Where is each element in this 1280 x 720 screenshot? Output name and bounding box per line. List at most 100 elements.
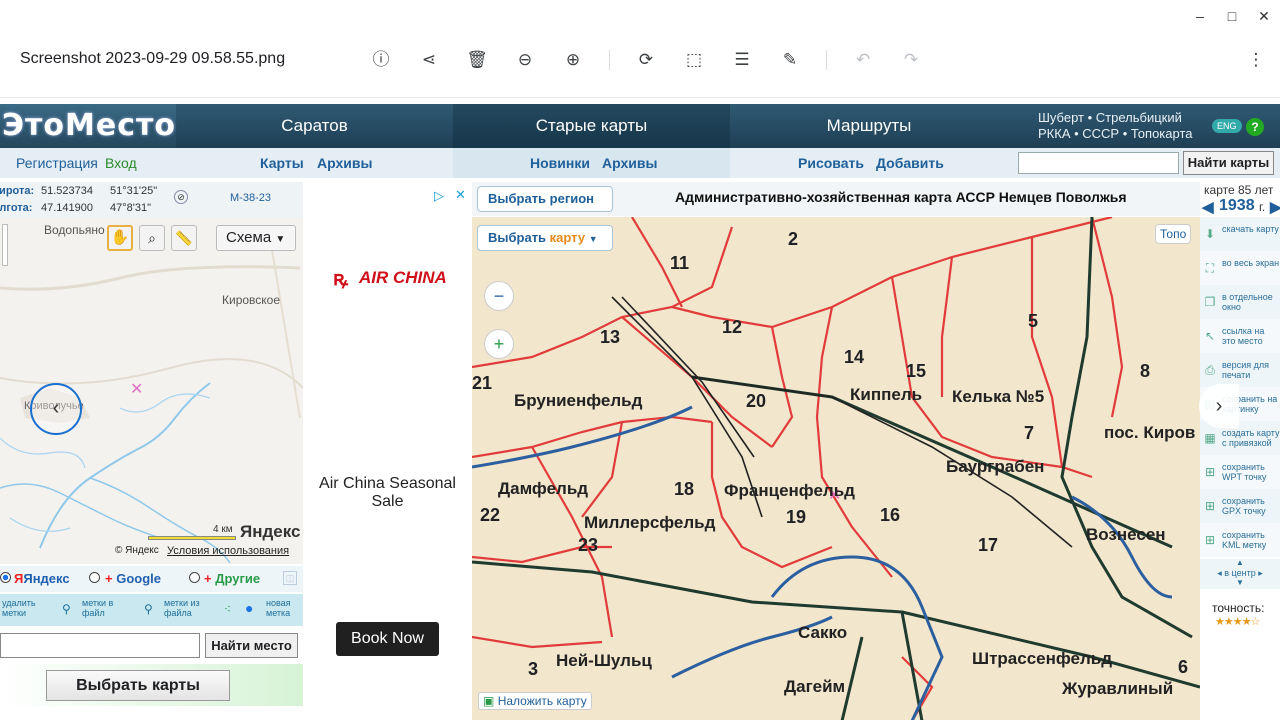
markers-from-file-button[interactable]: метки из файла	[164, 598, 206, 618]
maps-link[interactable]: Карты	[260, 148, 304, 178]
more-icon[interactable]: ⋮	[1244, 48, 1268, 72]
save-wpt-tool[interactable]: ⊞ сохранить WPT точку	[1200, 455, 1280, 489]
map-district-number: 5	[1028, 311, 1039, 331]
draw-icon[interactable]: ✎	[778, 48, 802, 72]
overlay-icon: ▣	[483, 694, 495, 708]
print-tool[interactable]: ⎙ версия для печати	[1200, 353, 1280, 387]
map-search-input[interactable]	[1018, 152, 1179, 174]
choose-maps-button[interactable]: Выбрать карты	[46, 670, 230, 701]
place-search-input[interactable]	[0, 633, 200, 658]
compass-icon[interactable]: ⊘	[174, 190, 188, 204]
year-prev-icon[interactable]: ◀	[1202, 198, 1214, 216]
redo-icon[interactable]: ↷	[899, 48, 923, 72]
lat-label: Широта:	[0, 185, 35, 197]
adchoices-icon[interactable]: ▷	[434, 188, 444, 204]
add-route-link[interactable]: Добавить	[876, 148, 944, 178]
nav-saratov[interactable]: Саратов	[176, 104, 453, 148]
select-map-button[interactable]: Выбрать карту ▼	[477, 225, 613, 251]
help-icon[interactable]: ?	[1246, 118, 1264, 136]
arrow-left-icon[interactable]: ◂	[1217, 568, 1222, 578]
map-district-number: 12	[722, 317, 743, 337]
map-district-number: 14	[844, 347, 865, 367]
radio-yandex[interactable]	[0, 572, 11, 583]
ad-close-icon[interactable]: ✕	[455, 187, 466, 203]
save-gpx-tool[interactable]: ⊞ сохранить GPX точку	[1200, 489, 1280, 523]
rotate-icon[interactable]: ⟳	[634, 48, 658, 72]
ad-book-now-button[interactable]: Book Now	[336, 622, 439, 656]
share-icon[interactable]: ⋖	[417, 48, 441, 72]
site-header: ЭтоМесто Саратов Старые карты Маршруты Ш…	[0, 104, 1280, 148]
crop-icon[interactable]: ⬚	[682, 48, 706, 72]
arrow-right-icon[interactable]: ▸	[1258, 568, 1263, 578]
adjust-icon[interactable]: ☰	[730, 48, 754, 72]
find-maps-button[interactable]: Найти карты	[1183, 151, 1274, 175]
zoom-out-icon[interactable]: ⊖	[513, 48, 537, 72]
minimize-button[interactable]: –	[1190, 6, 1210, 26]
zoom-in-map-button[interactable]: +	[484, 329, 514, 359]
old-archives-link[interactable]: Архивы	[602, 148, 657, 178]
download-map-tool[interactable]: ⬇ скачать карту	[1200, 217, 1280, 251]
header-links-line1[interactable]: Шуберт • Стрельбицкий	[1038, 110, 1192, 126]
map-place-label: Штрассенфельд	[972, 649, 1113, 668]
zoom-in-icon[interactable]: ⊕	[561, 48, 585, 72]
close-window-button[interactable]: ✕	[1254, 6, 1274, 26]
layers-icon[interactable]: ◫	[283, 571, 297, 585]
map-place-label: Бруниенфельд	[514, 391, 643, 410]
undo-icon[interactable]: ↶	[851, 48, 875, 72]
historical-map-graphics	[472, 217, 1200, 720]
save-kml-tool[interactable]: ⊞ сохранить KML метку	[1200, 523, 1280, 557]
arrow-down-icon[interactable]: ▼	[1200, 579, 1280, 587]
markers-to-file-button[interactable]: метки в файл	[82, 598, 122, 618]
topo-toggle[interactable]: Топо	[1155, 224, 1192, 244]
register-link[interactable]: Регистрация	[16, 148, 98, 178]
map-place-label: Дамфельд	[498, 479, 589, 498]
nav-routes[interactable]: Маршруты	[730, 104, 1008, 148]
nav-old-maps[interactable]: Старые карты	[453, 104, 730, 148]
delete-markers-button[interactable]: удалить метки	[2, 598, 44, 618]
site-logo[interactable]: ЭтоМесто	[0, 104, 176, 148]
map-sheet-code[interactable]: M-38-23	[230, 192, 271, 204]
zoom-slider[interactable]	[2, 224, 8, 266]
new-window-tool[interactable]: ❐ в отдельное окно	[1200, 285, 1280, 319]
draw-route-link[interactable]: Рисовать	[798, 148, 864, 178]
radio-other[interactable]	[189, 572, 200, 583]
arrow-up-icon[interactable]: ▲	[1200, 559, 1280, 567]
advertisement[interactable]: ▷ ✕ ꝶ AIR CHINA Air China Seasonal Sale …	[306, 186, 469, 720]
ruler-tool-icon[interactable]: 📏	[171, 225, 197, 251]
terms-link[interactable]: Условия использования	[167, 545, 289, 557]
overlay-map-button[interactable]: ▣ Наложить карту	[478, 692, 592, 710]
fullscreen-icon: ⛶	[1205, 261, 1215, 275]
delete-icon[interactable]: 🗑	[465, 48, 489, 72]
select-region-label: Выбрать регион	[488, 191, 595, 206]
year-next-icon[interactable]: ▶	[1270, 198, 1280, 216]
map-type-select[interactable]: Схема ▼	[216, 225, 296, 251]
zoom-out-map-button[interactable]: −	[484, 281, 514, 311]
hand-tool-icon[interactable]: ✋	[107, 225, 133, 251]
carousel-next-button[interactable]: ›	[1199, 384, 1239, 428]
marker-save-icon: ⚲	[62, 602, 71, 616]
radio-google[interactable]	[89, 572, 100, 583]
find-place-button[interactable]: Найти место	[205, 633, 298, 658]
source-yandex[interactable]: ЯЯндекс	[14, 571, 70, 586]
new-maps-link[interactable]: Новинки	[530, 148, 590, 178]
fullscreen-tool[interactable]: ⛶ во весь экран	[1200, 251, 1280, 285]
login-link[interactable]: Вход	[105, 148, 137, 178]
info-icon[interactable]: ⓘ	[369, 48, 393, 72]
source-google[interactable]: + Google	[105, 571, 161, 586]
select-region-button[interactable]: Выбрать регион ▼	[477, 186, 613, 229]
carousel-prev-button[interactable]: ‹	[30, 383, 82, 435]
source-other[interactable]: + Другие	[204, 571, 260, 586]
language-badge[interactable]: ENG	[1212, 119, 1242, 133]
window-titlebar: – □ ✕	[0, 0, 1280, 32]
header-links-line2[interactable]: РККА • СССР • Топокарта	[1038, 126, 1192, 142]
magnifier-tool-icon[interactable]: ⌕	[139, 225, 165, 251]
historical-map[interactable]: − + Топо ✕ Бруниенфельд Киппель Келька №…	[472, 217, 1200, 720]
air-china-logo-icon: ꝶ	[333, 268, 349, 290]
link-tool[interactable]: ↖ ссылка на это место	[1200, 319, 1280, 353]
center-control[interactable]: ▲ ◂ в центр ▸ ▼	[1200, 559, 1280, 589]
new-marker-button[interactable]: новая метка	[266, 598, 302, 618]
archives-link[interactable]: Архивы	[317, 148, 372, 178]
ad-headline[interactable]: Air China Seasonal Sale	[314, 475, 461, 511]
yandex-mini-map[interactable]: Водопьяно ✋ ⌕ 📏 Схема ▼ Кировское Кривол…	[0, 218, 303, 564]
maximize-button[interactable]: □	[1222, 6, 1242, 26]
